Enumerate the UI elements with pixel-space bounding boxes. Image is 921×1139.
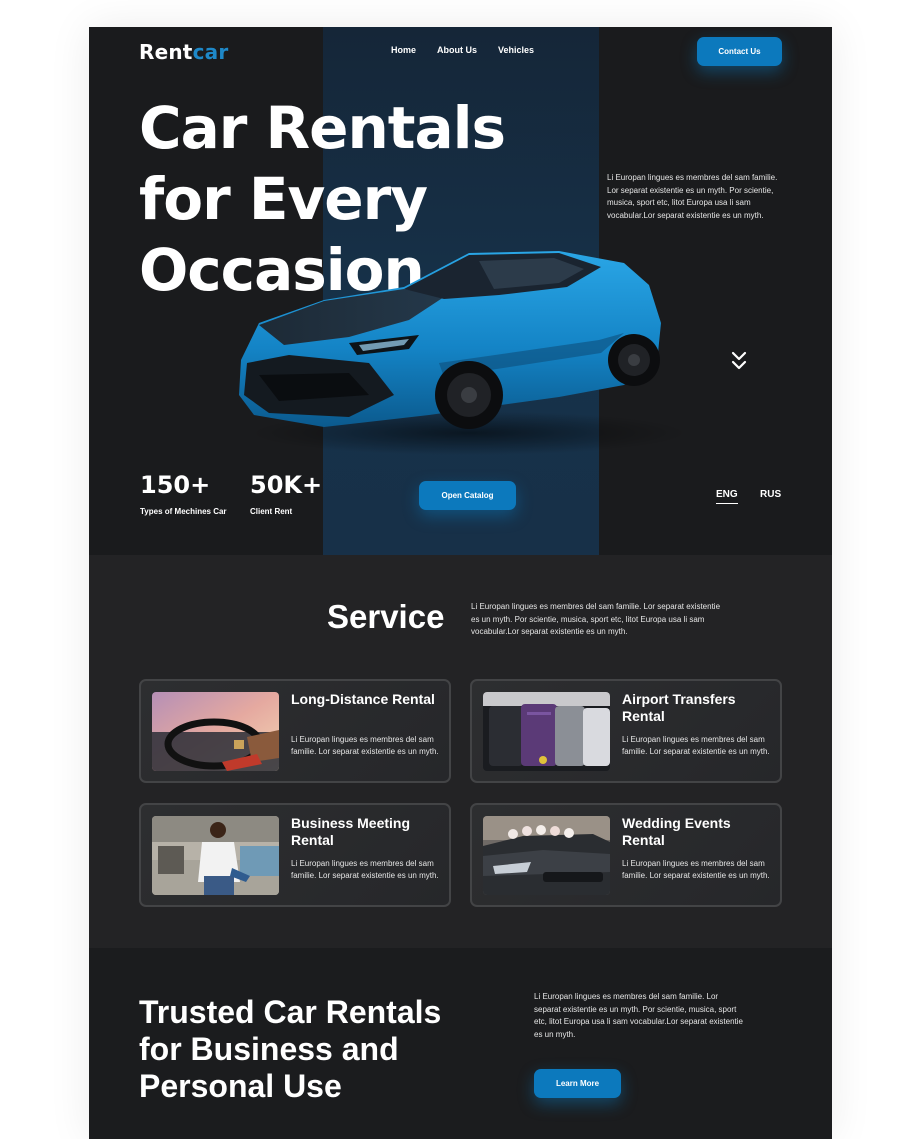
nav-about-us[interactable]: About Us [437, 45, 477, 55]
hero-title-line2: for Every [139, 165, 428, 233]
trusted-title-line2: for Business and [139, 1031, 399, 1067]
service-description: Li Europan lingues es membres del sam fa… [471, 602, 721, 636]
stat-label: Types of Mechines Car [140, 507, 227, 516]
hero-title-line1: Car Rentals [139, 94, 506, 162]
stat-car-types: 150+ Types of Mechines Car [140, 472, 227, 516]
card-description: Li Europan lingues es membres del sam fa… [291, 735, 439, 756]
trusted-title-line3: Personal Use [139, 1068, 342, 1104]
service-card-airport[interactable]: Airport Transfers Rental Li Europan ling… [470, 679, 782, 783]
hero-section: Rentcar Home About Us Vehicles Contact U… [89, 27, 832, 555]
wedding-car-photo [483, 816, 610, 895]
trusted-title-line1: Trusted Car Rentals [139, 994, 442, 1030]
logo-accent: car [192, 40, 229, 64]
service-card-business[interactable]: Business Meeting Rental Li Europan lingu… [139, 803, 451, 907]
stat-label: Client Rent [250, 507, 293, 516]
service-title: Service [327, 598, 445, 635]
sports-car-image [239, 251, 689, 455]
hero-description: Li Europan lingues es membres del sam fa… [607, 173, 778, 220]
card-description: Li Europan lingues es membres del sam fa… [622, 735, 770, 756]
steering-wheel-photo [152, 692, 279, 771]
card-title: Long-Distance Rental [291, 691, 435, 707]
logo[interactable]: Rentcar [139, 40, 228, 64]
card-title: Wedding Events Rental [622, 815, 731, 848]
businessman-photo [152, 816, 279, 895]
double-chevron-down-icon[interactable] [730, 350, 748, 372]
service-card-wedding[interactable]: Wedding Events Rental Li Europan lingues… [470, 803, 782, 907]
stat-value: 150+ [140, 471, 211, 499]
stat-value: 50K+ [250, 471, 323, 499]
nav-home[interactable]: Home [391, 45, 416, 55]
trusted-description: Li Europan lingues es membres del sam fa… [534, 992, 743, 1039]
card-description: Li Europan lingues es membres del sam fa… [291, 859, 439, 880]
language-rus[interactable]: RUS [760, 489, 781, 500]
logo-main: Rent [139, 40, 193, 64]
trusted-section: Trusted Car Rentals for Business and Per… [89, 948, 832, 1139]
learn-more-button[interactable]: Learn More [534, 1069, 621, 1098]
luggage-trunk-photo [483, 692, 610, 771]
contact-us-button[interactable]: Contact Us [697, 37, 782, 66]
open-catalog-button[interactable]: Open Catalog [419, 481, 516, 510]
service-card-long-distance[interactable]: Long-Distance Rental Li Europan lingues … [139, 679, 451, 783]
landing-page: Rentcar Home About Us Vehicles Contact U… [89, 27, 832, 1139]
card-title: Business Meeting Rental [291, 815, 411, 848]
main-nav: Home About Us Vehicles [391, 45, 534, 55]
card-title: Airport Transfers Rental [622, 691, 736, 724]
trusted-title: Trusted Car Rentals for Business and Per… [139, 994, 499, 1105]
stat-client-rent: 50K+ Client Rent [250, 472, 322, 516]
nav-vehicles[interactable]: Vehicles [498, 45, 534, 55]
card-description: Li Europan lingues es membres del sam fa… [622, 859, 770, 880]
language-eng[interactable]: ENG [716, 489, 738, 504]
service-section: Service Li Europan lingues es membres de… [89, 555, 832, 948]
